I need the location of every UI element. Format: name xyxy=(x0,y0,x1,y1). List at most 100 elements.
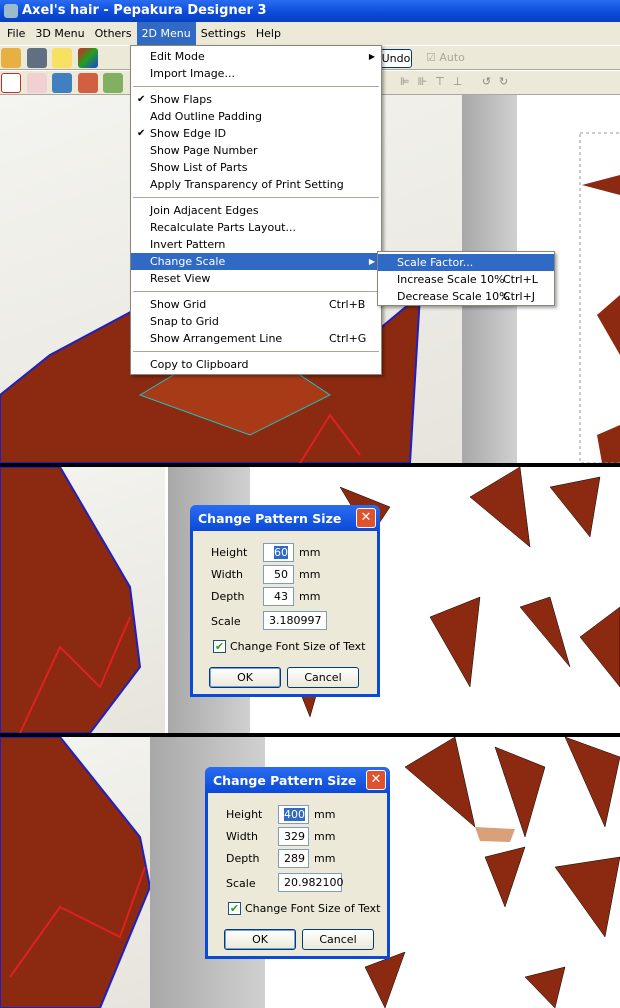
change-font-size-checkbox[interactable]: ✔ xyxy=(228,902,241,915)
menu-3d[interactable]: 3D Menu xyxy=(30,22,89,45)
menu-item[interactable]: Join Adjacent Edges xyxy=(131,202,381,219)
close-button[interactable]: ✕ xyxy=(366,770,386,790)
menu-item[interactable]: Show Grid Ctrl+B xyxy=(131,296,381,313)
app-icon xyxy=(4,4,18,18)
check-icon: ✔ xyxy=(137,94,146,105)
menu-bar: File 3D Menu Others 2D Menu Settings Hel… xyxy=(0,22,620,45)
open-icon[interactable] xyxy=(1,48,21,68)
menu-item-label: Change Scale xyxy=(150,255,226,268)
menu-2d[interactable]: 2D Menu xyxy=(136,22,196,45)
width-label: Width xyxy=(226,830,258,843)
menu-item-label: Edit Mode xyxy=(150,50,205,63)
depth-value: 289 xyxy=(284,852,305,865)
menu-item-shortcut: Ctrl+G xyxy=(329,332,367,345)
submenu-item-shortcut: Ctrl+J xyxy=(503,290,536,303)
submenu-item[interactable]: Decrease Scale 10% Ctrl+J xyxy=(378,288,554,305)
hair-model-3d xyxy=(0,467,142,733)
menu-help[interactable]: Help xyxy=(251,22,286,45)
menu-item-label: Apply Transparency of Print Setting xyxy=(150,178,344,191)
change-font-size-checkbox[interactable]: ✔ xyxy=(213,640,226,653)
menu-item[interactable]: Import Image... xyxy=(131,65,381,82)
scale-label: Scale xyxy=(226,877,256,890)
height-label: Height xyxy=(226,808,263,821)
menu-item-label: Recalculate Parts Layout... xyxy=(150,221,296,234)
menu-separator xyxy=(133,86,379,87)
ok-button[interactable]: OK xyxy=(209,667,281,688)
width-value: 50 xyxy=(274,568,288,581)
cube-icon[interactable] xyxy=(77,48,98,68)
depth-input[interactable]: 289 xyxy=(278,849,309,868)
depth-label: Depth xyxy=(226,852,260,865)
menu-item[interactable]: Invert Pattern xyxy=(131,236,381,253)
scale-input[interactable]: 20.982100 xyxy=(278,873,344,892)
menu-item[interactable]: Show Arrangement Line Ctrl+G xyxy=(131,330,381,347)
menu-item[interactable]: Change Scale ▶ xyxy=(131,253,381,270)
height-label: Height xyxy=(211,546,248,559)
menu-item[interactable]: Snap to Grid xyxy=(131,313,381,330)
ok-button[interactable]: OK xyxy=(224,929,296,950)
menu-settings[interactable]: Settings xyxy=(196,22,251,45)
lightbulb-icon[interactable] xyxy=(52,48,72,68)
align-icons[interactable]: ⊫⊪⊤⊥ ↺↻ xyxy=(400,75,516,88)
menu-item[interactable]: Add Outline Padding xyxy=(131,108,381,125)
edge-icon[interactable] xyxy=(26,73,47,93)
width-label: Width xyxy=(211,568,243,581)
submenu-item-label: Decrease Scale 10% xyxy=(397,290,510,303)
menu-item[interactable]: Show List of Parts xyxy=(131,159,381,176)
dialog-title-bar: Change Pattern Size ✕ xyxy=(190,505,380,531)
unit-label: mm xyxy=(314,830,336,843)
change-font-size-label: Change Font Size of Text xyxy=(230,640,366,653)
auto-label: Auto xyxy=(439,51,465,64)
dialog-title: Change Pattern Size xyxy=(198,511,342,526)
close-button[interactable]: ✕ xyxy=(356,508,376,528)
menu-item-label: Show Flaps xyxy=(150,93,213,106)
menu-item[interactable]: Edit Mode ▶ xyxy=(131,48,381,65)
height-input[interactable]: 60 xyxy=(263,543,294,562)
change-pattern-size-dialog: Change Pattern Size ✕ Height 400 mm Width 329 m… xyxy=(205,767,390,959)
hair-model-3d xyxy=(0,737,152,1008)
menu-item[interactable]: ✔ Show Edge ID xyxy=(131,125,381,142)
menu-item-label: Snap to Grid xyxy=(150,315,219,328)
menu-item[interactable]: Recalculate Parts Layout... xyxy=(131,219,381,236)
menu-item[interactable]: Reset View xyxy=(131,270,381,287)
height-input[interactable]: 400 xyxy=(278,805,309,824)
cancel-button[interactable]: Cancel xyxy=(287,667,359,688)
flap-icon[interactable] xyxy=(103,73,123,93)
scale-label: Scale xyxy=(211,615,241,628)
cancel-button[interactable]: Cancel xyxy=(302,929,374,950)
undo-button[interactable]: Undo xyxy=(380,49,412,68)
scissor-icon[interactable] xyxy=(52,73,72,93)
change-font-size-label: Change Font Size of Text xyxy=(245,902,381,915)
submenu-item[interactable]: Scale Factor... xyxy=(378,254,554,271)
menu-item-label: Show Arrangement Line xyxy=(150,332,283,345)
menu-item[interactable]: Show Page Number xyxy=(131,142,381,159)
width-input[interactable]: 50 xyxy=(263,565,294,584)
menu-file[interactable]: File xyxy=(2,22,30,45)
menu-item-label: Show Grid xyxy=(150,298,207,311)
menu-item[interactable]: Apply Transparency of Print Setting xyxy=(131,176,381,193)
3d-view[interactable] xyxy=(0,737,152,1008)
3d-view[interactable] xyxy=(0,467,165,733)
menu-item-label: Reset View xyxy=(150,272,211,285)
save-icon[interactable] xyxy=(26,48,47,68)
menu-item-label: Invert Pattern xyxy=(150,238,226,251)
menu-item-label: Show Page Number xyxy=(150,144,258,157)
pencil-icon[interactable] xyxy=(77,73,98,93)
menu-item-shortcut: Ctrl+B xyxy=(329,298,366,311)
menu-separator xyxy=(133,197,379,198)
menu-others[interactable]: Others xyxy=(90,22,137,45)
submenu-item[interactable]: Increase Scale 10% Ctrl+L xyxy=(378,271,554,288)
submenu-item-label: Increase Scale 10% xyxy=(397,273,505,286)
menu-item[interactable]: Copy to Clipboard xyxy=(131,356,381,373)
width-input[interactable]: 329 xyxy=(278,827,309,846)
scale-input[interactable]: 3.180997 xyxy=(263,611,327,630)
depth-value: 43 xyxy=(274,590,288,603)
depth-input[interactable]: 43 xyxy=(263,587,294,606)
submenu-item-shortcut: Ctrl+L xyxy=(503,273,538,286)
auto-checkbox[interactable]: ☑ Auto xyxy=(426,51,465,64)
window-title: Axel's hair - Pepakura Designer 3 xyxy=(22,3,267,18)
title-bar: Axel's hair - Pepakura Designer 3 xyxy=(0,0,620,22)
select-icon[interactable] xyxy=(1,73,21,93)
unit-label: mm xyxy=(299,568,321,581)
menu-item[interactable]: ✔ Show Flaps xyxy=(131,91,381,108)
